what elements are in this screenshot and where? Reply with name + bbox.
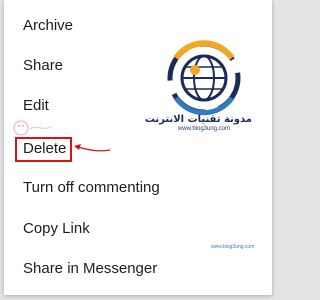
- menu-item-archive[interactable]: Archive: [23, 17, 73, 35]
- watermark-url-corner: www.blog3ung.com: [211, 244, 255, 250]
- menu-item-edit[interactable]: Edit: [23, 97, 49, 115]
- context-menu: Archive Share Edit Delete Turn off comme…: [4, 0, 272, 295]
- globe-logo-icon: [167, 40, 241, 116]
- menu-item-share-in-messenger[interactable]: Share in Messenger: [23, 260, 157, 278]
- menu-item-share[interactable]: Share: [23, 57, 63, 75]
- menu-item-turn-off-commenting[interactable]: Turn off commenting: [23, 179, 160, 197]
- annotation-arrow-icon: [74, 144, 111, 152]
- menu-item-copy-link[interactable]: Copy Link: [23, 220, 90, 238]
- watermark-brand-text: مدونة تقنيات الانترنت: [144, 114, 252, 125]
- watermark-url: www.blog3ung.com: [177, 126, 231, 132]
- ghost-watermark-icon: [13, 120, 53, 136]
- delete-highlight-box: [15, 137, 72, 162]
